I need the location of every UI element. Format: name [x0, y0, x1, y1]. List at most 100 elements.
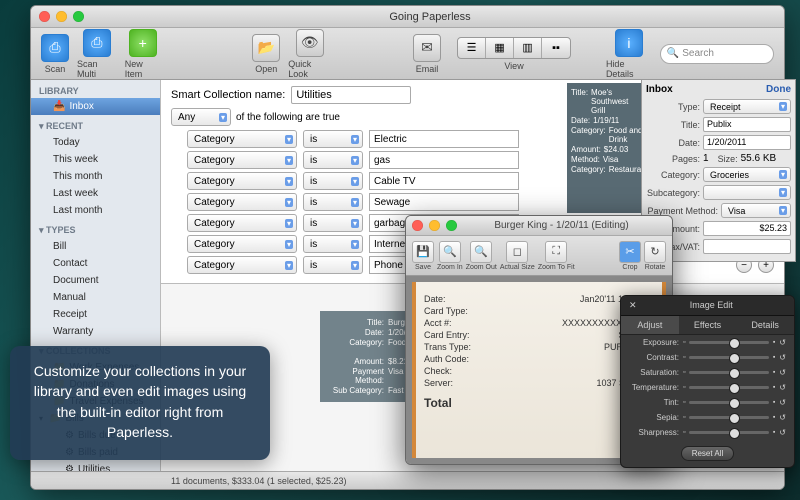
- rule-op-dropdown[interactable]: is: [303, 172, 363, 190]
- reset-all-button[interactable]: Reset All: [681, 446, 735, 461]
- slider-tint[interactable]: [689, 401, 768, 404]
- slider-reset-icon[interactable]: ↺: [779, 413, 786, 422]
- sidebar-item-warranty[interactable]: Warranty: [31, 323, 160, 340]
- titlebar: Going Paperless: [31, 6, 784, 28]
- image-edit-close-icon[interactable]: ✕: [629, 300, 637, 311]
- slider-sharpness[interactable]: [689, 431, 768, 434]
- email-button[interactable]: ✉Email: [413, 34, 441, 74]
- slider-reset-icon[interactable]: ↺: [779, 353, 786, 362]
- zoom-button[interactable]: [73, 11, 84, 22]
- slider-reset-icon[interactable]: ↺: [779, 338, 786, 347]
- payment-dropdown[interactable]: Visa: [721, 203, 791, 218]
- slider-saturation[interactable]: [689, 371, 768, 374]
- hide-details-button[interactable]: iHide Details: [606, 29, 652, 79]
- editor-crop-button[interactable]: ✂Crop: [619, 241, 641, 271]
- tab-effects[interactable]: Effects: [679, 316, 737, 334]
- quick-look-button[interactable]: 👁Quick Look: [288, 29, 331, 79]
- sidebar-item-last-month[interactable]: Last month: [31, 202, 160, 219]
- editor-zoom-fit-button[interactable]: ⛶Zoom To Fit: [538, 241, 575, 271]
- rule-value-input[interactable]: [369, 151, 519, 169]
- scan-button[interactable]: ⎙Scan: [41, 34, 69, 74]
- slider-sepia[interactable]: [689, 416, 768, 419]
- rule-op-dropdown[interactable]: is: [303, 130, 363, 148]
- amount-field[interactable]: $25.23: [703, 221, 791, 236]
- rule-value-input[interactable]: [369, 130, 519, 148]
- rule-field-dropdown[interactable]: Category: [187, 151, 297, 169]
- inspector-header: Inbox: [646, 84, 673, 95]
- editor-zoom-button[interactable]: [446, 220, 457, 231]
- rule-field-dropdown[interactable]: Category: [187, 130, 297, 148]
- tab-adjust[interactable]: Adjust: [621, 316, 679, 334]
- date-field[interactable]: 1/20/2011: [703, 135, 791, 150]
- view-col-icon[interactable]: ▥: [514, 38, 542, 58]
- view-chart-icon[interactable]: ▪▪: [542, 38, 570, 58]
- view-grid-icon[interactable]: ▦: [486, 38, 514, 58]
- slider-reset-icon[interactable]: ↺: [779, 383, 786, 392]
- type-dropdown[interactable]: Receipt: [703, 99, 791, 114]
- slider-reset-icon[interactable]: ↺: [779, 398, 786, 407]
- sidebar-item-last-week[interactable]: Last week: [31, 185, 160, 202]
- sc-name-input[interactable]: [291, 86, 411, 104]
- slider-temperature[interactable]: [689, 386, 768, 389]
- sidebar-item-this-month[interactable]: This month: [31, 168, 160, 185]
- zoom-fit-icon: ⛶: [545, 241, 567, 263]
- sidebar-section-recent[interactable]: ▾ RECENT: [31, 115, 160, 134]
- close-button[interactable]: [39, 11, 50, 22]
- rule-op-dropdown[interactable]: is: [303, 214, 363, 232]
- rule-value-input[interactable]: [369, 193, 519, 211]
- callout-text: Customize your collections in your libra…: [34, 363, 246, 441]
- rule-field-dropdown[interactable]: Category: [187, 214, 297, 232]
- tab-details[interactable]: Details: [736, 316, 794, 334]
- subcategory-dropdown[interactable]: [703, 185, 791, 200]
- scan-multi-button[interactable]: ⎙Scan Multi: [77, 29, 117, 79]
- slider-reset-icon[interactable]: ↺: [779, 368, 786, 377]
- editor-zoom-in-button[interactable]: 🔍Zoom In: [437, 241, 463, 271]
- slider-reset-icon[interactable]: ↺: [779, 428, 786, 437]
- rule-value-input[interactable]: [369, 172, 519, 190]
- editor-actual-size-button[interactable]: ◻Actual Size: [500, 241, 535, 271]
- scan-multi-icon: ⎙: [83, 29, 111, 57]
- new-item-button[interactable]: +New Item: [125, 29, 161, 79]
- rule-op-dropdown[interactable]: is: [303, 235, 363, 253]
- slider-plus-icon: ▪: [773, 414, 775, 421]
- rule-op-dropdown[interactable]: is: [303, 151, 363, 169]
- sidebar-item-this-week[interactable]: This week: [31, 151, 160, 168]
- editor-save-button[interactable]: 💾Save: [412, 241, 434, 271]
- rule-field-dropdown[interactable]: Category: [187, 193, 297, 211]
- sidebar-item-manual[interactable]: Manual: [31, 289, 160, 306]
- editor-zoom-out-button[interactable]: 🔍Zoom Out: [466, 241, 497, 271]
- sidebar-item-contact[interactable]: Contact: [31, 255, 160, 272]
- slider-row: Tint:▫▪↺: [621, 395, 794, 410]
- editor-rotate-button[interactable]: ↻Rotate: [644, 241, 666, 271]
- sidebar-item-bill[interactable]: Bill: [31, 238, 160, 255]
- view-list-icon[interactable]: ☰: [458, 38, 486, 58]
- sc-match-dropdown[interactable]: Any: [171, 108, 231, 126]
- slider-exposure[interactable]: [689, 341, 768, 344]
- search-input[interactable]: 🔍 Search: [660, 44, 774, 64]
- rule-field-dropdown[interactable]: Category: [187, 172, 297, 190]
- minimize-button[interactable]: [56, 11, 67, 22]
- rule-field-dropdown[interactable]: Category: [187, 235, 297, 253]
- editor-minimize-button[interactable]: [429, 220, 440, 231]
- sidebar-item-receipt[interactable]: Receipt: [31, 306, 160, 323]
- inspector-done-button[interactable]: Done: [766, 84, 791, 95]
- rule-op-dropdown[interactable]: is: [303, 256, 363, 274]
- editor-close-button[interactable]: [412, 220, 423, 231]
- rule-field-dropdown[interactable]: Category: [187, 256, 297, 274]
- sidebar-item-document[interactable]: Document: [31, 272, 160, 289]
- sidebar-item-inbox[interactable]: 📥 Inbox: [31, 98, 160, 115]
- category-dropdown[interactable]: Groceries: [703, 167, 791, 182]
- background-card-moes: Title:Moe's Southwest Grill Date:1/19/11…: [567, 83, 647, 213]
- sidebar-item-today[interactable]: Today: [31, 134, 160, 151]
- sidebar-section-types[interactable]: ▾ TYPES: [31, 219, 160, 238]
- open-button[interactable]: 📂Open: [252, 34, 280, 74]
- open-icon: 📂: [252, 34, 280, 62]
- rule-op-dropdown[interactable]: is: [303, 193, 363, 211]
- view-mode-segmented[interactable]: ☰ ▦ ▥ ▪▪: [457, 37, 571, 59]
- status-bar: 11 documents, $333.04 (1 selected, $25.2…: [31, 471, 784, 489]
- title-field[interactable]: Publix: [703, 117, 791, 132]
- tax-field[interactable]: [703, 239, 791, 254]
- rotate-icon: ↻: [644, 241, 666, 263]
- editor-title: Burger King - 1/20/11 (Editing): [457, 220, 666, 231]
- slider-contrast[interactable]: [689, 356, 768, 359]
